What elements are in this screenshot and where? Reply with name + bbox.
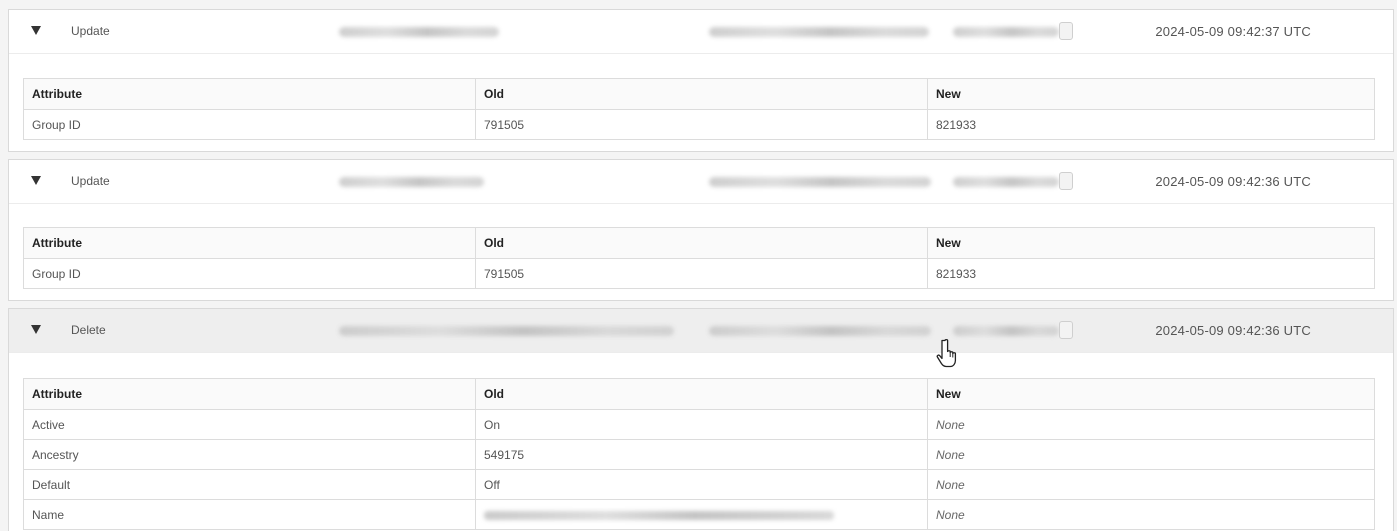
action-label: Update <box>71 174 110 188</box>
audit-log: Update 2024-05-09 09:42:37 UTC Attribute… <box>0 0 1397 531</box>
cell-old: On <box>475 409 928 440</box>
cell-old: Off <box>475 469 928 500</box>
attribute-diff-table: Attribute Old New Active On None Ancestr… <box>23 378 1375 530</box>
column-header-new: New <box>927 378 1375 410</box>
column-header-old: Old <box>475 378 928 410</box>
redacted-resource <box>339 27 499 37</box>
cell-old: 791505 <box>475 109 928 140</box>
audit-entry: Delete 2024-05-09 09:42:36 UTC Attribute… <box>8 308 1394 531</box>
timestamp: 2024-05-09 09:42:36 UTC <box>1155 174 1311 189</box>
attribute-diff-table: Attribute Old New Group ID 791505 821933 <box>23 78 1375 140</box>
column-header-new: New <box>927 227 1375 259</box>
redacted-user <box>953 27 1059 37</box>
table-row: Active On None <box>23 409 1375 440</box>
redacted-email <box>709 177 931 187</box>
redacted-badge <box>1059 22 1073 40</box>
redacted-user <box>953 177 1059 187</box>
table-row: Default Off None <box>23 469 1375 500</box>
table-row: Ancestry 549175 None <box>23 439 1375 470</box>
cell-new: None <box>927 469 1375 500</box>
audit-entry: Update 2024-05-09 09:42:36 UTC Attribute… <box>8 159 1394 301</box>
triangle-down-icon[interactable] <box>31 176 41 185</box>
cell-attribute: Name <box>23 499 476 530</box>
column-header-new: New <box>927 78 1375 110</box>
table-row: Name None <box>23 499 1375 530</box>
attribute-diff-table: Attribute Old New Group ID 791505 821933 <box>23 227 1375 289</box>
redacted-email <box>709 326 931 336</box>
action-label: Update <box>71 24 110 38</box>
table-row: Group ID 791505 821933 <box>23 109 1375 140</box>
cell-old: 791505 <box>475 258 928 289</box>
column-header-attribute: Attribute <box>23 78 476 110</box>
redacted-name-value <box>484 510 834 520</box>
cell-attribute: Group ID <box>23 258 476 289</box>
column-header-attribute: Attribute <box>23 378 476 410</box>
audit-entry-header[interactable]: Update 2024-05-09 09:42:36 UTC <box>9 160 1393 204</box>
redacted-email <box>709 27 929 37</box>
redacted-resource <box>339 326 674 336</box>
cell-attribute: Default <box>23 469 476 500</box>
cell-new: 821933 <box>927 258 1375 289</box>
audit-entry: Update 2024-05-09 09:42:37 UTC Attribute… <box>8 9 1394 152</box>
cell-new: None <box>927 439 1375 470</box>
redacted-resource <box>339 177 484 187</box>
action-label: Delete <box>71 323 106 337</box>
audit-entry-header[interactable]: Update 2024-05-09 09:42:37 UTC <box>9 10 1393 54</box>
redacted-badge <box>1059 172 1073 190</box>
hand-pointer-icon <box>936 338 957 368</box>
redacted-user <box>953 326 1059 336</box>
redacted-badge <box>1059 321 1073 339</box>
column-header-old: Old <box>475 78 928 110</box>
timestamp: 2024-05-09 09:42:36 UTC <box>1155 323 1311 338</box>
table-header-row: Attribute Old New <box>23 78 1375 110</box>
column-header-old: Old <box>475 227 928 259</box>
triangle-down-icon[interactable] <box>31 325 41 334</box>
cell-new: None <box>927 499 1375 530</box>
cell-attribute: Group ID <box>23 109 476 140</box>
audit-entry-header[interactable]: Delete 2024-05-09 09:42:36 UTC <box>9 309 1393 353</box>
table-header-row: Attribute Old New <box>23 378 1375 410</box>
table-row: Group ID 791505 821933 <box>23 258 1375 289</box>
cell-new: 821933 <box>927 109 1375 140</box>
timestamp: 2024-05-09 09:42:37 UTC <box>1155 24 1311 39</box>
cell-old-redacted <box>475 499 928 530</box>
cell-new: None <box>927 409 1375 440</box>
cell-old: 549175 <box>475 439 928 470</box>
triangle-down-icon[interactable] <box>31 26 41 35</box>
table-header-row: Attribute Old New <box>23 227 1375 259</box>
cell-attribute: Ancestry <box>23 439 476 470</box>
column-header-attribute: Attribute <box>23 227 476 259</box>
cell-attribute: Active <box>23 409 476 440</box>
